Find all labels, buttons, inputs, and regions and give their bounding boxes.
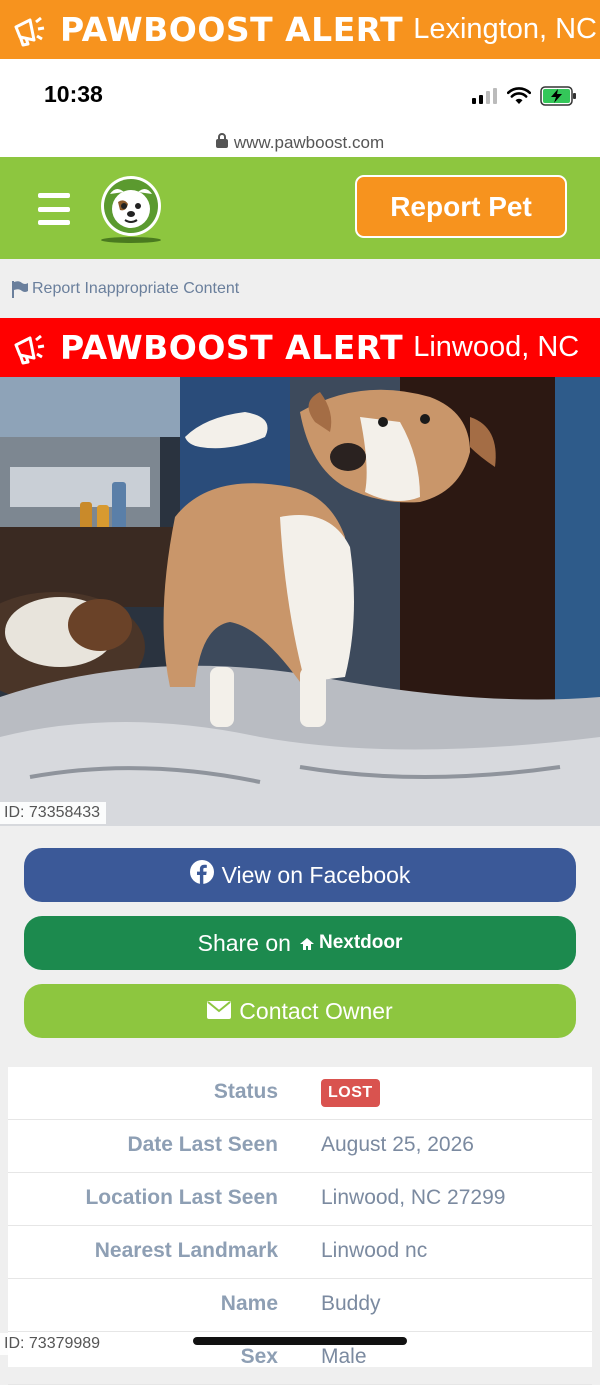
detail-row-location-last-seen: Location Last Seen Linwood, NC 27299 [8, 1173, 592, 1226]
detail-key: Name [220, 1292, 278, 1315]
status-bar: 10:38 [0, 59, 600, 129]
detail-value: August 25, 2026 [321, 1133, 474, 1156]
megaphone-icon [8, 326, 52, 370]
pawboost-logo[interactable] [98, 172, 164, 244]
detail-value: Male [321, 1345, 367, 1368]
detail-key: Nearest Landmark [94, 1239, 278, 1262]
pet-alert-banner: PAWBOOST ALERT Linwood, NC [0, 318, 600, 377]
detail-value: Buddy [321, 1292, 381, 1315]
detail-key: Sex [240, 1345, 278, 1368]
share-on-nextdoor-button[interactable]: Share on Nextdoor [24, 916, 576, 970]
top-alert-banner: PAWBOOST ALERT Lexington, NC [0, 0, 600, 59]
facebook-icon [189, 860, 214, 890]
detail-row-status: Status LOST [8, 1067, 592, 1120]
report-content-link[interactable]: Report Inappropriate Content [32, 280, 239, 298]
detail-row-name: Name Buddy [8, 1279, 592, 1332]
banner-location: Lexington, NC [413, 13, 597, 45]
detail-row-date-last-seen: Date Last Seen August 25, 2026 [8, 1120, 592, 1173]
alert-location: Linwood, NC [413, 331, 580, 363]
report-pet-button[interactable]: Report Pet [355, 175, 567, 238]
pet-photo [0, 377, 600, 826]
envelope-icon [207, 998, 232, 1025]
view-on-facebook-button[interactable]: View on Facebook [24, 848, 576, 902]
detail-key: Status [213, 1080, 278, 1103]
menu-icon[interactable] [38, 193, 70, 225]
detail-row-nearest-landmark: Nearest Landmark Linwood nc [8, 1226, 592, 1279]
photo-id-label: ID: 73358433 [0, 802, 107, 824]
url-text: www.pawboost.com [233, 133, 385, 152]
lock-icon [215, 133, 228, 153]
signal-icon [472, 88, 498, 109]
detail-value: Linwood nc [321, 1239, 428, 1262]
detail-key: Location Last Seen [85, 1186, 278, 1209]
wifi-icon [506, 87, 532, 110]
site-header: Report Pet [0, 157, 600, 259]
status-badge: LOST [321, 1079, 380, 1107]
contact-owner-button[interactable]: Contact Owner [24, 984, 576, 1038]
detail-key: Date Last Seen [127, 1133, 278, 1156]
contact-owner-label: Contact Owner [239, 997, 393, 1024]
battery-charging-icon [540, 86, 578, 111]
report-content-row[interactable]: Report Inappropriate Content [0, 259, 600, 318]
alert-brand: PAWBOOST ALERT [60, 328, 404, 367]
nextdoor-prefix-label: Share on [197, 929, 291, 956]
banner-brand: PAWBOOST ALERT [60, 10, 404, 49]
pet-details-table: Status LOST Date Last Seen August 25, 20… [8, 1067, 592, 1385]
url-bar[interactable]: www.pawboost.com [0, 129, 600, 157]
nextdoor-house-icon [299, 930, 315, 957]
megaphone-icon [8, 8, 52, 52]
nextdoor-brand-label: Nextdoor [318, 932, 403, 953]
flag-icon [11, 280, 29, 298]
footer-id-label: ID: 73379989 [0, 1333, 107, 1355]
facebook-button-label: View on Facebook [221, 861, 411, 888]
detail-value: Linwood, NC 27299 [321, 1186, 506, 1209]
home-indicator[interactable] [193, 1337, 407, 1345]
status-time: 10:38 [44, 81, 103, 107]
